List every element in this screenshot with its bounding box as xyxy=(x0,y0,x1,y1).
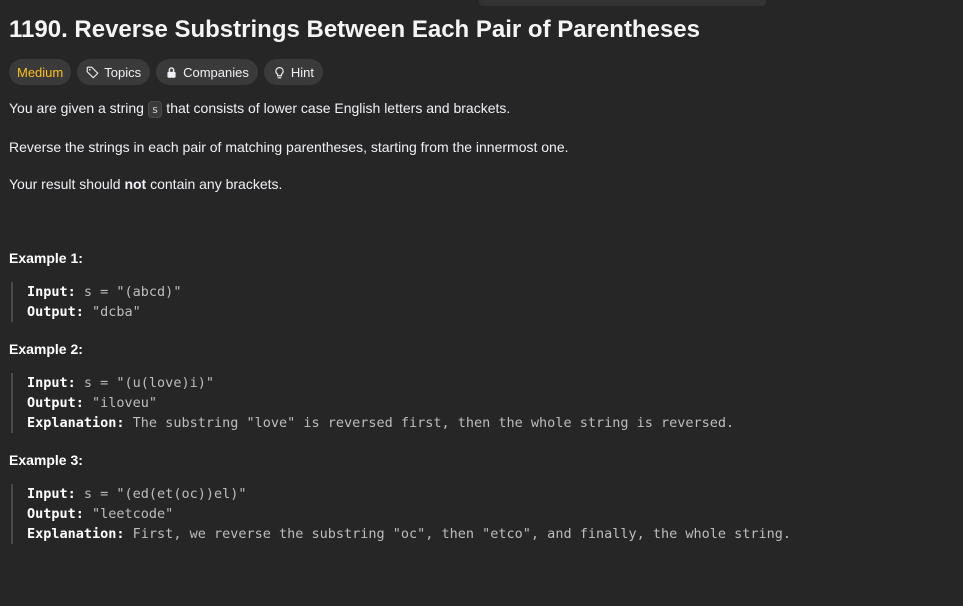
companies-button[interactable]: Companies xyxy=(156,59,258,85)
example-2-input: Input: s = "(u(love)i)" xyxy=(27,375,214,391)
example-1-title: Example 1: xyxy=(9,250,83,266)
description-paragraph-3: Your result should not contain any brack… xyxy=(9,176,283,192)
topics-button[interactable]: Topics xyxy=(77,59,151,85)
example-3-block: Input: s = "(ed(et(oc))el)" Output: "lee… xyxy=(11,484,949,544)
difficulty-badge: Medium xyxy=(9,59,72,85)
problem-description: 1190. Reverse Substrings Between Each Pa… xyxy=(9,14,949,544)
emphasis-not: not xyxy=(124,176,147,192)
lightbulb-icon xyxy=(273,66,286,79)
hint-button[interactable]: Hint xyxy=(263,59,323,85)
example-2-explanation: Explanation: The substring "love" is rev… xyxy=(27,415,735,431)
inline-code-s: s xyxy=(147,101,163,118)
example-2-block: Input: s = "(u(love)i)" Output: "iloveu"… xyxy=(11,373,949,433)
difficulty-label: Medium xyxy=(17,64,64,80)
problem-title[interactable]: 1190. Reverse Substrings Between Each Pa… xyxy=(9,14,949,46)
example-1-input: Input: s = "(abcd)" xyxy=(27,284,182,300)
top-toolbar-edge xyxy=(479,0,766,6)
example-2-output: Output: "iloveu" xyxy=(27,395,158,411)
companies-label: Companies xyxy=(183,64,249,80)
example-2-title: Example 2: xyxy=(9,341,83,357)
hint-label: Hint xyxy=(290,64,314,80)
example-3-output: Output: "leetcode" xyxy=(27,506,174,522)
topics-label: Topics xyxy=(104,64,142,80)
example-1-block: Input: s = "(abcd)" Output: "dcba" xyxy=(11,282,949,322)
description-paragraph-2: Reverse the strings in each pair of matc… xyxy=(9,139,569,155)
lock-icon xyxy=(165,66,178,79)
description-paragraph-1: You are given a string s that consists o… xyxy=(9,100,511,118)
example-3-input: Input: s = "(ed(et(oc))el)" xyxy=(27,486,247,502)
problem-tags: Medium Topics Companies Hint xyxy=(9,59,949,85)
example-3-title: Example 3: xyxy=(9,452,83,468)
tag-icon xyxy=(86,66,99,79)
example-3-explanation: Explanation: First, we reverse the subst… xyxy=(27,526,792,542)
example-1-output: Output: "dcba" xyxy=(27,304,141,320)
